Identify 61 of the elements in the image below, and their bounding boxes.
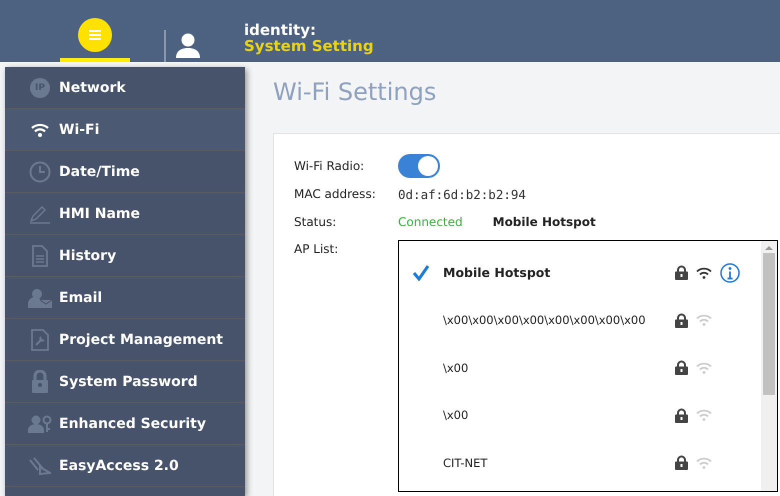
identity-label: identity:: [244, 22, 317, 38]
checkmark-icon: [412, 264, 430, 281]
access-point-item[interactable]: \x00\x00\x00\x00\x00\x00\x00\x00: [399, 296, 761, 344]
sidebar-item[interactable]: EasyAccess 2.0: [5, 445, 245, 487]
wifi-signal-icon: [696, 266, 712, 279]
menu-button[interactable]: [78, 18, 112, 52]
access-point-item[interactable]: \x00: [399, 344, 761, 392]
network-name: CIT-NET: [443, 456, 488, 470]
user-icon[interactable]: [176, 32, 200, 58]
sidebar-item[interactable]: Wi-Fi: [5, 109, 245, 151]
sidebar-item[interactable]: Email: [5, 277, 245, 319]
sidebar-item[interactable]: Enhanced Security: [5, 403, 245, 445]
field-label: AP List:: [294, 242, 340, 256]
sidebar-item-label: HMI Name: [59, 206, 140, 222]
sidebar-item[interactable]: System Password: [5, 361, 245, 403]
sidebar-item[interactable]: Date/Time: [5, 151, 245, 193]
sidebar-item-label: History: [59, 248, 116, 264]
lock-icon: [31, 370, 49, 393]
field-label: Wi-Fi Radio:: [294, 159, 366, 173]
document-wrench-icon: [30, 328, 50, 350]
info-icon[interactable]: [720, 262, 740, 283]
sidebar-item-label: Email: [59, 290, 102, 306]
mac-address-value: 0d:af:6d:b2:b2:94: [398, 186, 526, 202]
wifi-signal-icon: [696, 456, 712, 469]
sidebar-item[interactable]: HMI Name: [5, 193, 245, 235]
active-tab-indicator: [60, 58, 130, 62]
sidebar-item-label: EasyAccess 2.0: [59, 458, 179, 474]
sidebar-item-label: Enhanced Security: [59, 416, 206, 432]
network-name: \x00: [443, 360, 470, 375]
sidebar-item[interactable]: Project Management: [5, 319, 245, 361]
sidebar-item-label: Network: [59, 80, 126, 96]
wifi-signal-icon: [696, 314, 712, 326]
field-label: Status:: [294, 215, 338, 229]
connected-network-name: Mobile Hotspot: [492, 215, 596, 229]
identity-value: System Setting: [244, 38, 374, 54]
field-label: MAC address:: [294, 187, 377, 201]
network-name: \x00\x00\x00\x00\x00\x00\x00\x00: [443, 313, 647, 328]
sidebar-item[interactable]: History: [5, 235, 245, 277]
scrollbar[interactable]: [761, 241, 777, 491]
sidebar-item-label: Wi-Fi: [59, 122, 100, 138]
scroll-up-icon[interactable]: [765, 245, 773, 251]
network-name: Mobile Hotspot: [443, 265, 552, 280]
connection-status: Connected: [398, 215, 463, 229]
access-point-item[interactable]: \x00: [399, 392, 761, 439]
access-point-item[interactable]: Mobile Hotspot: [399, 249, 761, 296]
network-name: \x00: [443, 408, 470, 422]
document-icon: [31, 244, 49, 266]
sidebar-item-label: Project Management: [59, 332, 223, 348]
menu-icon: [89, 30, 101, 40]
wifi-radio-toggle[interactable]: [398, 154, 440, 178]
pencil-icon: [29, 204, 51, 224]
wifi-signal-icon: [696, 362, 712, 374]
page-title: Wi-Fi Settings: [273, 77, 438, 108]
clock-icon: [29, 160, 51, 182]
user-key-icon: [28, 414, 52, 432]
access-point-item[interactable]: CIT-NET: [399, 439, 761, 486]
sidebar-item-label: Date/Time: [59, 164, 140, 180]
wifi-signal-icon: [696, 409, 712, 422]
wifi-icon: [30, 122, 50, 138]
user-mail-icon: [28, 288, 52, 308]
sidebar-item-label: System Password: [59, 374, 198, 390]
